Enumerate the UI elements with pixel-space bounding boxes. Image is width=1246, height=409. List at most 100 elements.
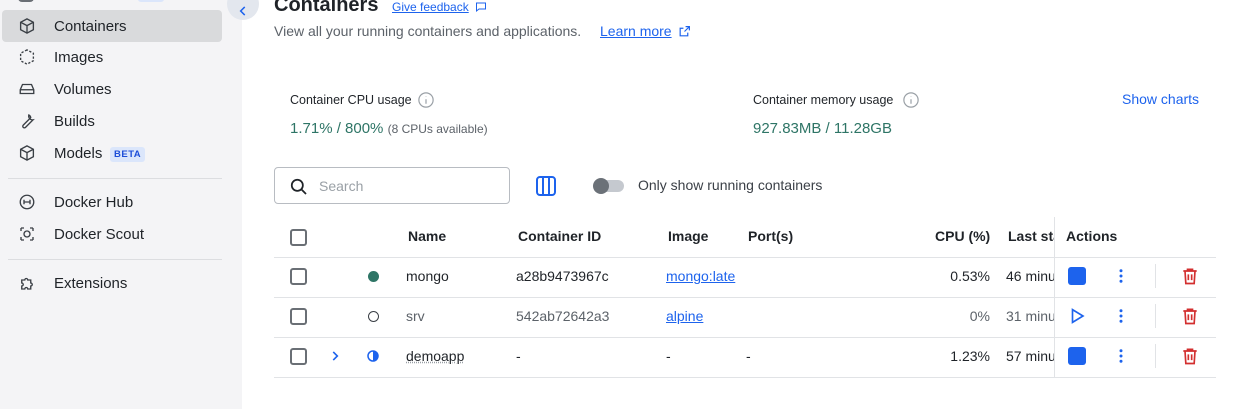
delete-icon[interactable] xyxy=(1180,346,1200,366)
feedback-icon[interactable] xyxy=(475,1,487,13)
running-only-label: Only show running containers xyxy=(638,177,823,193)
row-checkbox[interactable] xyxy=(290,348,307,365)
delete-icon[interactable] xyxy=(1180,266,1200,286)
show-charts-link[interactable]: Show charts xyxy=(1122,91,1199,107)
row-divider xyxy=(274,297,1216,298)
column-header-image[interactable]: Image xyxy=(668,228,708,244)
sidebar-item-containers[interactable]: Containers xyxy=(2,10,222,42)
sidebar-item-images[interactable]: Images xyxy=(2,41,222,73)
delete-icon[interactable] xyxy=(1180,306,1200,326)
sidebar-item-docker-hub[interactable]: Docker Hub xyxy=(2,186,222,218)
sidebar-item-label: Docker Scout xyxy=(54,225,145,243)
container-name[interactable]: mongo xyxy=(406,268,449,284)
table-divider xyxy=(274,257,1216,258)
sidebar: Containers Images Volumes Builds Models … xyxy=(0,0,242,409)
column-header-cpu[interactable]: CPU (%) xyxy=(935,228,990,244)
sidebar-item-label: Volumes xyxy=(54,80,112,98)
status-partial-icon xyxy=(367,350,379,362)
image-link[interactable]: alpine xyxy=(666,308,703,324)
running-only-toggle[interactable] xyxy=(593,178,624,194)
toggle-knob xyxy=(593,178,609,194)
column-header-actions: Actions xyxy=(1066,228,1118,244)
action-separator xyxy=(1155,344,1156,368)
cpu-value: 1.23% xyxy=(950,348,990,364)
disk-icon xyxy=(19,83,35,95)
stop-button[interactable] xyxy=(1068,347,1086,365)
external-link-icon[interactable] xyxy=(678,25,691,38)
page-subtitle: View all your running containers and app… xyxy=(274,23,582,39)
ports-value: - xyxy=(746,348,751,364)
learn-more-link[interactable]: Learn more xyxy=(600,23,672,39)
info-icon[interactable] xyxy=(902,91,920,109)
table-bottom-border xyxy=(274,377,1216,378)
column-header-ports[interactable]: Port(s) xyxy=(748,228,793,244)
image-link[interactable]: mongo:late xyxy=(666,268,740,284)
row-checkbox[interactable] xyxy=(290,308,307,325)
cpu-count-note: (8 CPUs available) xyxy=(387,122,488,136)
action-separator xyxy=(1155,304,1156,328)
page-title: Containers xyxy=(274,0,379,16)
chevron-left-icon xyxy=(239,6,246,16)
sidebar-item-models[interactable]: Models BETA xyxy=(2,137,222,169)
action-separator xyxy=(1155,264,1156,288)
give-feedback-link[interactable]: Give feedback xyxy=(392,0,469,14)
more-options-icon[interactable] xyxy=(1112,267,1130,285)
search-box[interactable] xyxy=(274,167,510,204)
container-id: 542ab72642a3 xyxy=(516,308,610,324)
cpu-value: 0.53% xyxy=(950,268,990,284)
more-options-icon[interactable] xyxy=(1112,347,1130,365)
cpu-usage-value: 1.71% / 800% (8 CPUs available) xyxy=(290,120,488,137)
more-options-icon[interactable] xyxy=(1112,307,1130,325)
search-icon xyxy=(290,178,307,195)
sidebar-item-volumes[interactable]: Volumes xyxy=(2,73,222,105)
sidebar-divider xyxy=(8,259,222,260)
last-started: 46 minu xyxy=(1006,268,1054,284)
row-checkbox[interactable] xyxy=(290,268,307,285)
cpu-usage-number: 1.71% / 800% xyxy=(290,120,384,137)
puzzle-icon xyxy=(21,277,33,290)
column-header-container-id[interactable]: Container ID xyxy=(518,228,601,244)
sidebar-item-label: Extensions xyxy=(54,274,128,292)
sidebar-item-label: Builds xyxy=(54,112,95,130)
partial-icon xyxy=(18,0,34,2)
info-icon[interactable] xyxy=(417,91,435,109)
sidebar-item-builds[interactable]: Builds xyxy=(2,105,222,137)
sidebar-item-label: Models xyxy=(54,144,103,162)
last-started: 31 minu xyxy=(1006,308,1054,324)
image-layers-icon xyxy=(19,49,35,65)
chevron-right-icon[interactable] xyxy=(328,349,342,363)
stop-button[interactable] xyxy=(1068,267,1086,285)
model-cube-icon xyxy=(19,145,35,161)
status-running-dot xyxy=(368,271,379,282)
column-header-last-started[interactable]: Last sta xyxy=(1008,228,1054,244)
container-name[interactable]: demoapp xyxy=(406,348,464,364)
sidebar-item-label: Containers xyxy=(54,17,127,35)
sidebar-item-docker-scout[interactable]: Docker Scout xyxy=(2,218,222,250)
sidebar-item-extensions[interactable]: Extensions xyxy=(2,267,222,299)
container-name[interactable]: srv xyxy=(406,308,425,324)
cpu-usage-label: Container CPU usage xyxy=(290,93,412,107)
row-divider xyxy=(274,337,1216,338)
select-all-checkbox[interactable] xyxy=(290,229,307,246)
beta-badge: BETA xyxy=(110,147,146,162)
sidebar-item-label: Images xyxy=(54,48,104,66)
last-started: 57 minu xyxy=(1006,348,1054,364)
sidebar-divider xyxy=(8,178,222,179)
docker-hub-icon xyxy=(19,194,35,210)
cpu-value: 0% xyxy=(969,308,990,324)
sidebar-item-label: Docker Hub xyxy=(54,193,134,211)
start-icon[interactable] xyxy=(1068,307,1086,325)
wrench-icon xyxy=(22,114,35,129)
status-exited-dot xyxy=(368,311,379,322)
column-header-name[interactable]: Name xyxy=(408,228,446,244)
scout-icon xyxy=(20,227,34,241)
cube-icon xyxy=(19,18,35,34)
search-input[interactable] xyxy=(319,176,499,196)
memory-usage-label: Container memory usage xyxy=(753,93,894,107)
columns-icon[interactable] xyxy=(534,174,558,198)
partial-badge xyxy=(138,0,164,2)
container-id: a28b9473967c xyxy=(516,268,609,284)
container-id: - xyxy=(516,348,521,364)
memory-usage-value: 927.83MB / 11.28GB xyxy=(753,120,892,137)
image-value: - xyxy=(666,348,671,364)
